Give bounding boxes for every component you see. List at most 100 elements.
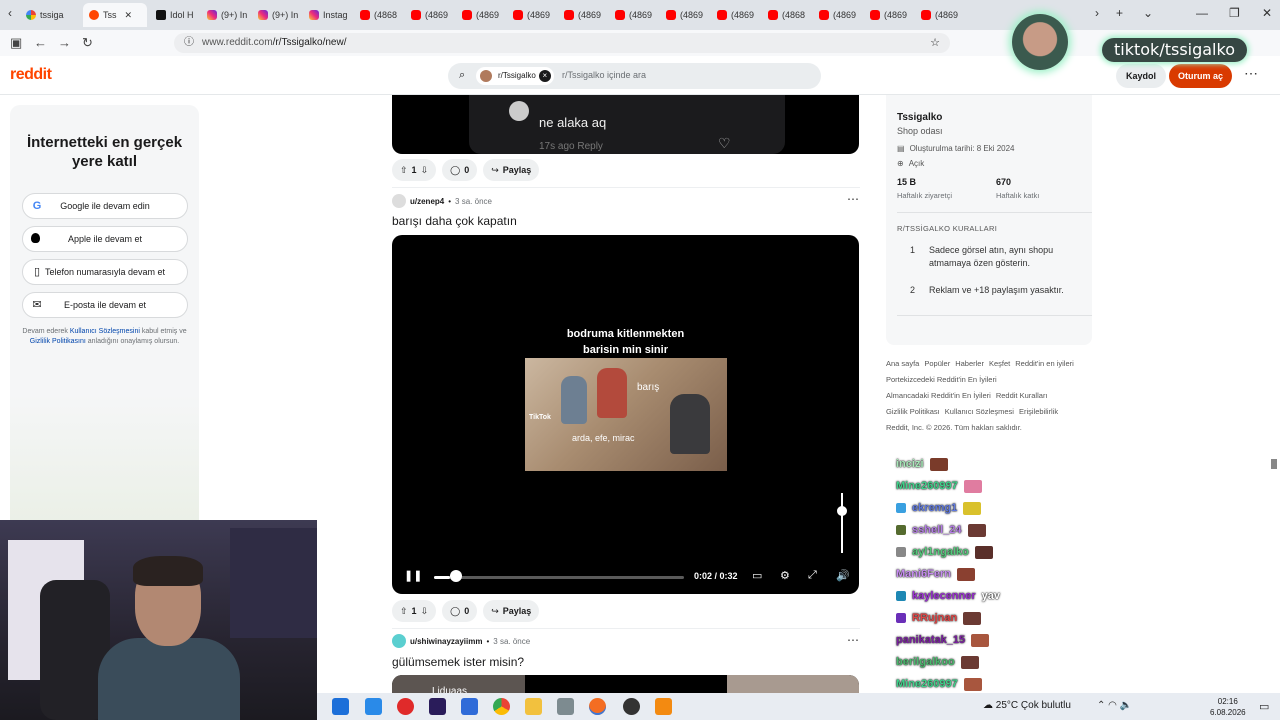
video-seek-bar[interactable] (434, 576, 684, 579)
user-avatar[interactable] (392, 194, 406, 208)
footer-link[interactable]: Kullanıcı Sözleşmesi (945, 407, 1014, 416)
vote-control[interactable]: ⇧ 1 ⇩ (392, 600, 437, 622)
phone-signin-button[interactable]: ▯ Telefon numarasıyla devam et (22, 259, 188, 285)
share-button[interactable]: ↪ Paylaş (483, 159, 540, 181)
browser-tab[interactable]: Instag (303, 3, 351, 27)
firefox-icon[interactable] (589, 698, 606, 715)
browser-tab[interactable]: (4869 (711, 3, 759, 27)
tab-scroll-left-icon[interactable]: ‹ (8, 6, 12, 20)
captions-icon[interactable]: ▭ (752, 569, 762, 582)
google-signin-button[interactable]: G Google ile devam edin (22, 193, 188, 219)
browser-tab[interactable]: (4869 (456, 3, 504, 27)
tray-chevron-icon[interactable]: ⌃ (1097, 700, 1105, 711)
system-tray[interactable]: ⌃ ◠ 🔈 (1097, 700, 1132, 711)
footer-link[interactable]: Erişilebilirlik (1019, 407, 1058, 416)
reload-icon[interactable]: ↻ (82, 35, 93, 51)
system-clock[interactable]: 02:16 6.08.2026 (1210, 696, 1246, 718)
start-icon[interactable] (332, 698, 349, 715)
wifi-icon[interactable]: ◠ (1108, 700, 1117, 711)
footer-link[interactable]: Reddit'in en iyileri (1015, 359, 1074, 368)
close-window-icon[interactable]: ✕ (1262, 6, 1272, 20)
browser-tab[interactable]: (4869 (507, 3, 555, 27)
back-icon[interactable]: ← (34, 35, 47, 50)
chrome-icon[interactable] (493, 698, 510, 715)
obs-icon[interactable] (623, 698, 640, 715)
vlc-icon[interactable] (655, 698, 672, 715)
browser-tab[interactable]: (4869 (813, 3, 861, 27)
browser-tab[interactable]: Idol H (150, 3, 198, 27)
post-author[interactable]: u/shiwinayzayiimm (410, 637, 482, 646)
user-agreement-link[interactable]: Kullanıcı Sözleşmesini (70, 328, 140, 335)
downvote-icon[interactable]: ⇩ (421, 165, 429, 176)
app-icon[interactable] (557, 698, 574, 715)
apple-signin-button[interactable]: Apple ile devam et (22, 226, 188, 252)
share-button[interactable]: ↪ Paylaş (483, 600, 540, 622)
pause-icon[interactable]: ❚❚ (404, 569, 422, 582)
sidebar-toggle-icon[interactable]: ▣ (10, 35, 22, 51)
email-signin-button[interactable]: ✉ E-posta ile devam et (22, 292, 188, 318)
volume-slider[interactable] (837, 493, 847, 553)
site-info-icon[interactable]: ⓘ (184, 33, 194, 53)
seek-knob[interactable] (449, 570, 462, 582)
premiere-icon[interactable] (429, 698, 446, 715)
footer-link[interactable]: Popüler (924, 359, 950, 368)
post-menu-icon[interactable]: ⋯ (847, 192, 859, 206)
user-avatar[interactable] (392, 634, 406, 648)
folder-icon[interactable] (525, 698, 542, 715)
close-tab-icon[interactable]: ✕ (125, 10, 133, 21)
post-menu-icon[interactable]: ⋯ (847, 633, 859, 647)
footer-link[interactable]: Portekizcedeki Reddit'in En İyileri (886, 375, 997, 384)
app-icon[interactable] (365, 698, 382, 715)
chat-message: incizi (896, 456, 948, 472)
subreddit-search-chip[interactable]: r/Tssigalko × (476, 67, 554, 85)
footer-link[interactable]: Gizlilik Politikası (886, 407, 940, 416)
reddit-logo[interactable]: reddit (10, 66, 52, 84)
footer-link[interactable]: Ana sayfa (886, 359, 919, 368)
volume-knob[interactable] (837, 506, 847, 516)
volume-icon[interactable]: 🔈 (1120, 700, 1132, 711)
url-field[interactable]: ⓘ www.reddit.com/r/Tssigalko/new/ ☆ (174, 33, 950, 53)
post-title[interactable]: barışı daha çok kapatın (392, 214, 517, 228)
notification-icon[interactable]: ▭ (1259, 700, 1269, 713)
browser-tab[interactable]: (4869 (558, 3, 606, 27)
browser-tab[interactable]: (4869 (864, 3, 912, 27)
browser-tab[interactable]: (4869 (609, 3, 657, 27)
browser-tab[interactable]: (9+) In (252, 3, 300, 27)
video-player[interactable]: bodruma kitlenmekten barisin min sinir b… (392, 235, 859, 594)
footer-link[interactable]: Haberler (955, 359, 984, 368)
fullscreen-icon[interactable]: ⤢ (808, 569, 817, 582)
opera-icon[interactable] (397, 698, 414, 715)
browser-tab[interactable]: (4868 (762, 3, 810, 27)
comments-button[interactable]: ◯ 0 (442, 159, 478, 181)
page-scrollbar[interactable] (1268, 95, 1280, 695)
upvote-icon[interactable]: ⇧ (400, 165, 408, 176)
volume-icon[interactable]: 🔊 (836, 569, 850, 582)
comments-button[interactable]: ◯ 0 (442, 600, 478, 622)
footer-link[interactable]: Almancadaki Reddit'in En İyileri (886, 391, 991, 400)
privacy-policy-link[interactable]: Gizlilik Politikasını (30, 338, 86, 345)
vote-control[interactable]: ⇧ 1 ⇩ (392, 159, 437, 181)
forward-icon[interactable]: → (58, 35, 71, 50)
clear-chip-icon[interactable]: × (538, 70, 551, 82)
footer-link[interactable]: Keşfet (989, 359, 1010, 368)
post-media-comment-screenshot[interactable]: ne alaka aq 17s ago Reply ♡ (392, 95, 859, 154)
scrollbar-thumb[interactable] (1271, 459, 1277, 469)
search-bar[interactable]: ⌕ r/Tssigalko × r/Tssigalko içinde ara (448, 63, 821, 89)
post-author[interactable]: u/zenep4 (410, 197, 444, 206)
browser-tab[interactable]: Tss ✕ (83, 3, 147, 27)
browser-tab[interactable]: (4869 (915, 3, 963, 27)
upvote-icon[interactable]: ⇧ (400, 606, 408, 617)
bookmark-star-icon[interactable]: ☆ (930, 33, 940, 53)
app-icon[interactable] (461, 698, 478, 715)
footer-link[interactable]: Reddit Kuralları (996, 391, 1048, 400)
browser-tab[interactable]: (4868 (354, 3, 402, 27)
post-media[interactable]: Liduaas (392, 675, 859, 695)
weather-widget[interactable]: ☁ 25°C Çok bulutlu (983, 700, 1071, 711)
browser-tab[interactable]: (4869 (405, 3, 453, 27)
downvote-icon[interactable]: ⇩ (421, 606, 429, 617)
browser-tab[interactable]: (9+) In (201, 3, 249, 27)
browser-tab[interactable]: tssiga (20, 3, 80, 27)
settings-gear-icon[interactable]: ⚙ (780, 569, 790, 582)
browser-tab[interactable]: (4869 (660, 3, 708, 27)
post-title[interactable]: gülümsemek ister misin? (392, 655, 524, 669)
